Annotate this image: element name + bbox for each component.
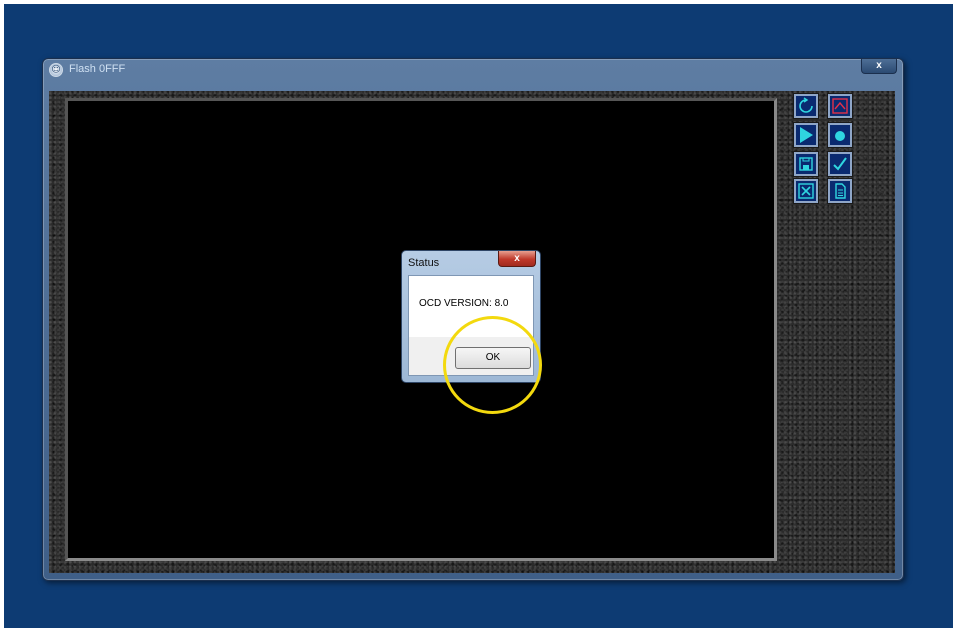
- status-dialog: Status x OCD VERSION: 8.0 OK: [401, 250, 541, 383]
- play-button[interactable]: [793, 122, 819, 148]
- play-icon: [800, 127, 813, 143]
- titlebar: ☺ Flash 0FFF x: [43, 59, 903, 81]
- record-button[interactable]: [827, 122, 853, 148]
- document-button[interactable]: [827, 178, 853, 204]
- dialog-content: OCD VERSION: 8.0: [409, 276, 533, 337]
- chart-icon: [832, 98, 848, 114]
- dialog-message: OCD VERSION: 8.0: [419, 298, 509, 309]
- delete-icon: [798, 183, 814, 199]
- verify-button[interactable]: [827, 151, 853, 177]
- document-icon: [835, 183, 846, 199]
- dialog-body: OCD VERSION: 8.0 OK: [408, 275, 534, 376]
- dialog-close-button[interactable]: x: [498, 251, 536, 267]
- save-button[interactable]: [793, 151, 819, 177]
- record-icon: [835, 131, 845, 141]
- check-icon: [833, 157, 847, 171]
- ok-button[interactable]: OK: [455, 347, 531, 369]
- save-icon: [799, 157, 813, 171]
- delete-button[interactable]: [793, 178, 819, 204]
- dialog-title: Status: [408, 257, 440, 269]
- refresh-icon: [799, 97, 813, 113]
- window-title: Flash 0FFF: [69, 63, 126, 75]
- refresh-button[interactable]: [793, 93, 819, 119]
- window-close-button[interactable]: x: [861, 59, 897, 74]
- chart-button[interactable]: [827, 93, 853, 119]
- app-logo-icon: ☺: [49, 63, 63, 77]
